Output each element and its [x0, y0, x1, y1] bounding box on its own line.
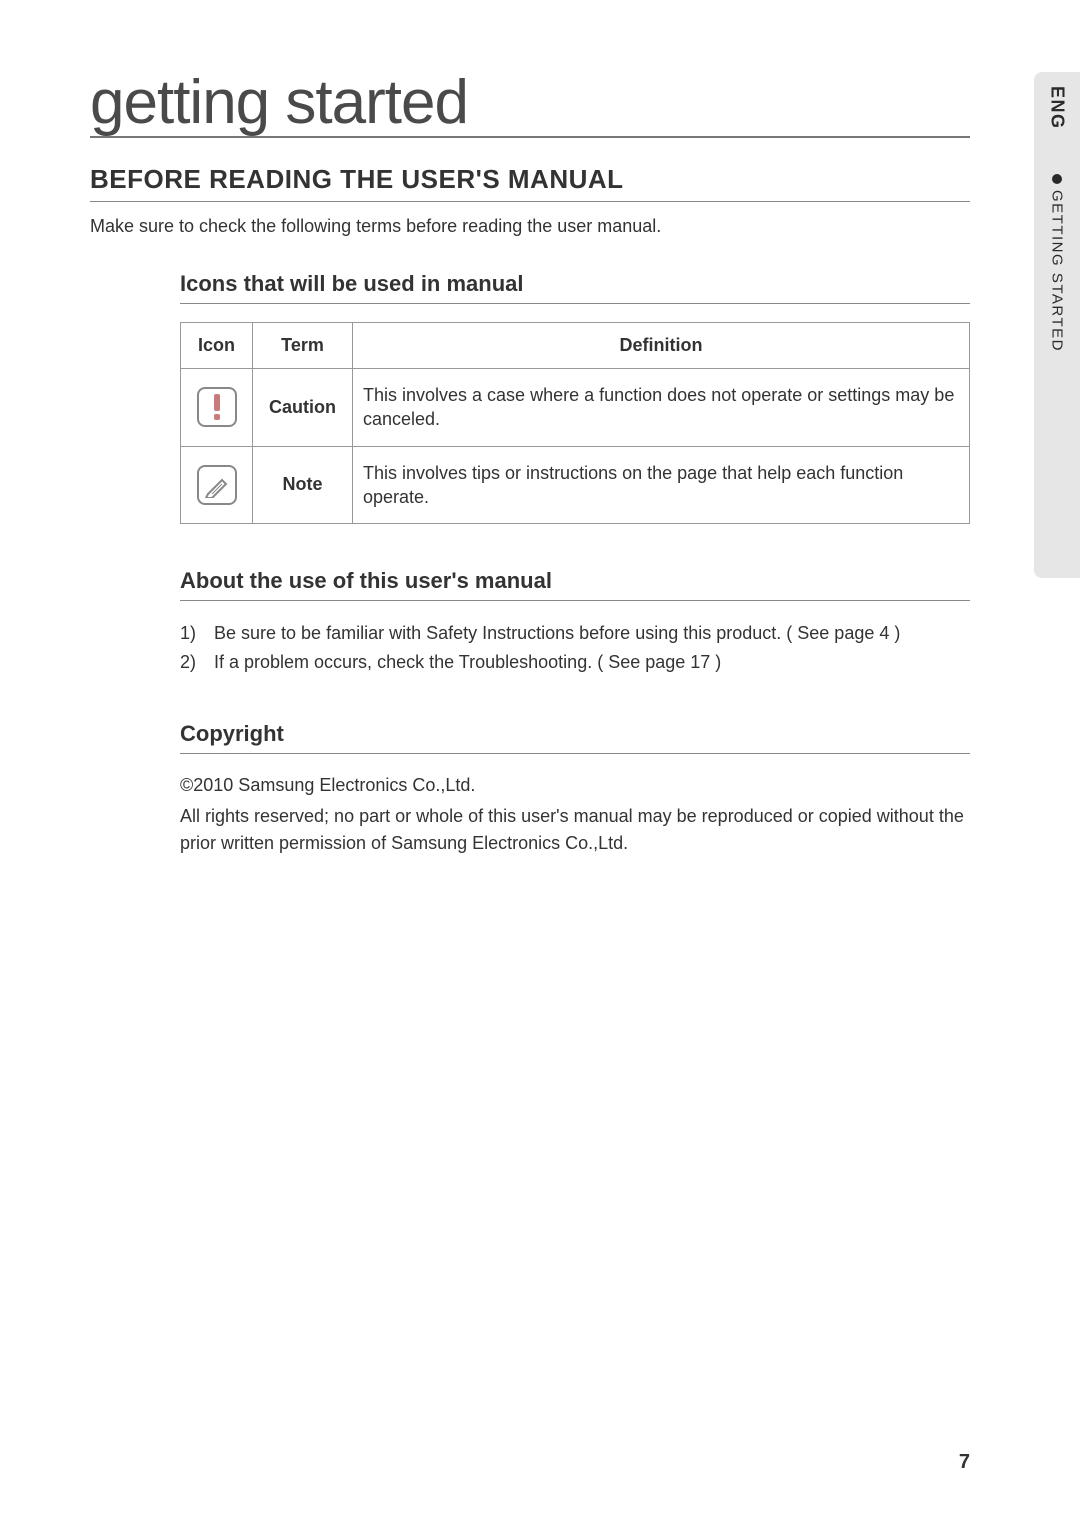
list-text: If a problem occurs, check the Troublesh… [214, 648, 721, 677]
copyright-block: ©2010 Samsung Electronics Co.,Ltd. All r… [180, 772, 970, 857]
about-list: 1) Be sure to be familiar with Safety In… [180, 619, 970, 677]
table-row: Note This involves tips or instructions … [181, 446, 970, 524]
copyright-line1: ©2010 Samsung Electronics Co.,Ltd. [180, 772, 970, 799]
list-item: 2) If a problem occurs, check the Troubl… [180, 648, 970, 677]
icon-cell [181, 369, 253, 447]
page-content: getting started BEFORE READING THE USER'… [0, 0, 1080, 1530]
th-icon: Icon [181, 323, 253, 369]
icons-table-wrap: Icon Term Definition Cauti [180, 322, 970, 524]
icons-subheading: Icons that will be used in manual [180, 271, 970, 304]
about-subheading: About the use of this user's manual [180, 568, 970, 601]
intro-text: Make sure to check the following terms b… [90, 216, 970, 237]
definition-cell: This involves tips or instructions on th… [353, 446, 970, 524]
th-definition: Definition [353, 323, 970, 369]
caution-icon [197, 387, 237, 427]
th-term: Term [253, 323, 353, 369]
page-title: getting started [90, 72, 970, 138]
page-number: 7 [959, 1451, 970, 1474]
list-text: Be sure to be familiar with Safety Instr… [214, 619, 900, 648]
term-cell: Note [253, 446, 353, 524]
list-item: 1) Be sure to be familiar with Safety In… [180, 619, 970, 648]
note-icon [197, 465, 237, 505]
icon-cell [181, 446, 253, 524]
copyright-subheading: Copyright [180, 721, 970, 754]
definition-cell: This involves a case where a function do… [353, 369, 970, 447]
list-number: 2) [180, 648, 204, 677]
copyright-line2: All rights reserved; no part or whole of… [180, 803, 970, 857]
table-row: Caution This involves a case where a fun… [181, 369, 970, 447]
icons-table: Icon Term Definition Cauti [180, 322, 970, 524]
list-number: 1) [180, 619, 204, 648]
term-cell: Caution [253, 369, 353, 447]
table-header-row: Icon Term Definition [181, 323, 970, 369]
section-heading: BEFORE READING THE USER'S MANUAL [90, 164, 970, 202]
